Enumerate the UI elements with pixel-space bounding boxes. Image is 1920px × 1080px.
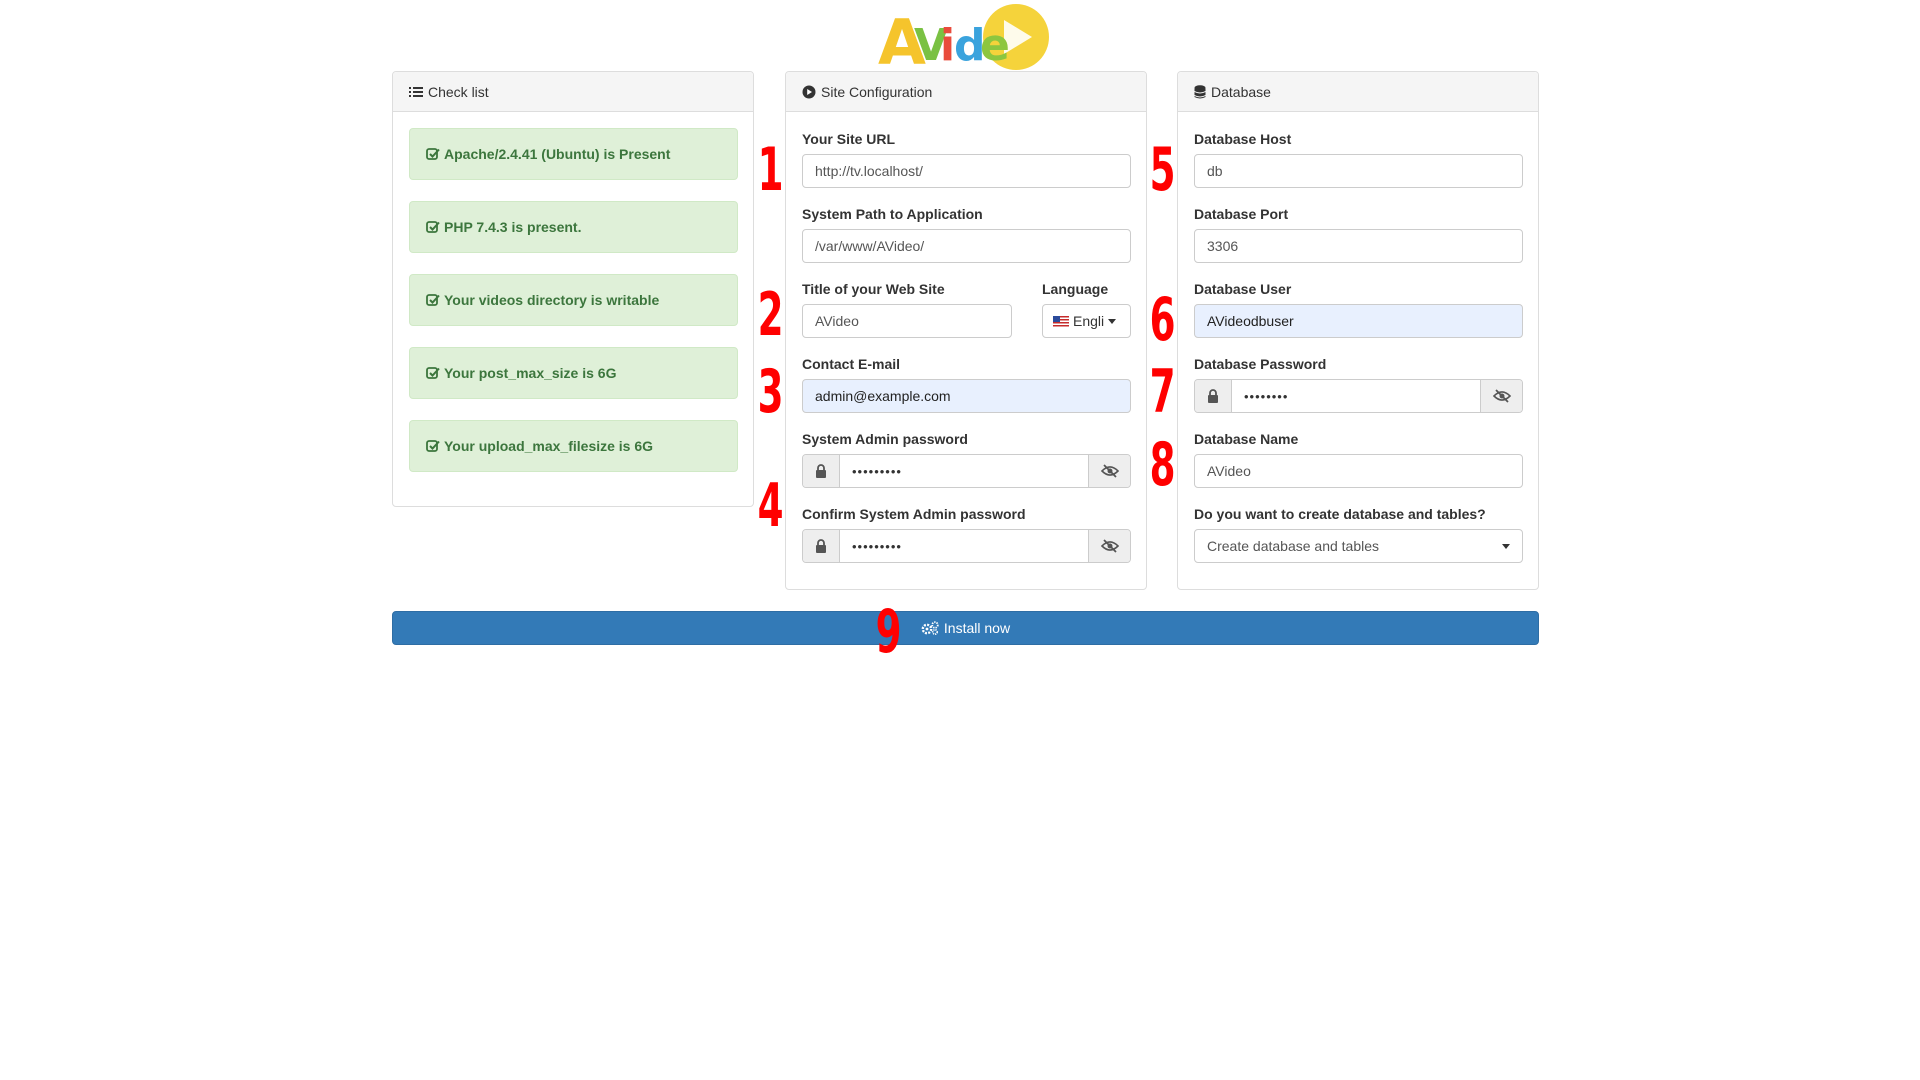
admin-password-input[interactable]: ••••••••• (840, 455, 1088, 487)
check-square-icon (426, 439, 440, 453)
check-item-apache: Apache/2.4.41 (Ubuntu) is Present (409, 128, 738, 180)
check-square-icon (426, 220, 440, 234)
check-item-post-max: Your post_max_size is 6G (409, 347, 738, 399)
db-name-label: Database Name (1194, 431, 1299, 447)
eye-slash-icon[interactable] (1088, 530, 1130, 562)
install-now-label: Install now (943, 620, 1011, 636)
site-url-label: Your Site URL (802, 131, 896, 147)
eye-slash-icon[interactable] (1088, 455, 1130, 487)
play-circle-icon (802, 85, 816, 99)
lock-icon (803, 455, 840, 487)
site-config-heading: Site Configuration (786, 72, 1146, 112)
site-config-title: Site Configuration (821, 83, 933, 100)
check-item-php: PHP 7.4.3 is present. (409, 201, 738, 253)
svg-text:i: i (940, 20, 955, 71)
db-password-label: Database Password (1194, 356, 1327, 372)
step-marker-5: 5 (1149, 135, 1176, 205)
language-dropdown[interactable]: Engli (1042, 304, 1131, 338)
db-host-label: Database Host (1194, 131, 1292, 147)
site-url-input[interactable]: http://tv.localhost/ (802, 154, 1131, 188)
confirm-password-group: ••••••••• (802, 529, 1131, 563)
db-user-label: Database User (1194, 281, 1292, 297)
db-name-input[interactable]: AVideo (1194, 454, 1523, 488)
db-port-input[interactable]: 3306 (1194, 229, 1523, 263)
site-config-panel: Site Configuration Your Site URL http://… (785, 71, 1147, 590)
checklist-panel: Check list Apache/2.4.41 (Ubuntu) is Pre… (392, 71, 754, 507)
database-panel: Database Database Host db Database Port … (1177, 71, 1539, 590)
lock-icon (1195, 380, 1232, 412)
step-marker-7: 7 (1149, 357, 1176, 427)
check-item-text: Apache/2.4.41 (Ubuntu) is Present (444, 146, 671, 162)
checklist-heading: Check list (393, 72, 753, 112)
system-path-input[interactable]: /var/www/AVideo/ (802, 229, 1131, 263)
check-square-icon (426, 293, 440, 307)
check-item-text: Your post_max_size is 6G (444, 365, 617, 381)
lock-icon (803, 530, 840, 562)
step-marker-1: 1 (757, 135, 784, 205)
confirm-password-label: Confirm System Admin password (802, 506, 1026, 522)
check-item-text: Your upload_max_filesize is 6G (444, 438, 654, 454)
admin-password-label: System Admin password (802, 431, 968, 447)
admin-password-group: ••••••••• (802, 454, 1131, 488)
list-icon (409, 86, 423, 98)
create-db-label: Do you want to create database and table… (1194, 506, 1486, 522)
create-db-value: Create database and tables (1207, 538, 1380, 554)
system-path-label: System Path to Application (802, 206, 983, 222)
step-marker-9: 9 (875, 597, 902, 667)
check-item-upload-max: Your upload_max_filesize is 6G (409, 420, 738, 472)
site-title-label: Title of your Web Site (802, 281, 945, 297)
contact-email-input[interactable]: admin@example.com (802, 379, 1131, 413)
db-port-label: Database Port (1194, 206, 1289, 222)
confirm-password-input[interactable]: ••••••••• (840, 530, 1088, 562)
db-password-group: •••••••• (1194, 379, 1523, 413)
db-host-input[interactable]: db (1194, 154, 1523, 188)
check-item-text: Your videos directory is writable (444, 292, 660, 308)
us-flag-icon (1053, 315, 1069, 327)
db-password-input[interactable]: •••••••• (1232, 380, 1480, 412)
db-user-input[interactable]: AVideodbuser (1194, 304, 1523, 338)
check-square-icon (426, 147, 440, 161)
svg-text:e: e (980, 20, 1010, 71)
caret-down-icon (1108, 318, 1117, 324)
step-marker-4: 4 (757, 471, 784, 541)
language-label: Language (1042, 281, 1109, 297)
database-title: Database (1211, 83, 1271, 100)
create-db-select[interactable]: Create database and tables (1194, 529, 1523, 563)
caret-down-icon (1502, 543, 1510, 549)
gears-icon (921, 621, 939, 635)
language-value: Engli (1073, 313, 1105, 329)
step-marker-2: 2 (757, 280, 784, 350)
contact-email-label: Contact E-mail (802, 356, 901, 372)
check-square-icon (426, 366, 440, 380)
step-marker-6: 6 (1149, 285, 1176, 355)
check-item-videos-dir: Your videos directory is writable (409, 274, 738, 326)
avideo-logo: A V i d e (878, 4, 1049, 72)
database-heading: Database (1178, 72, 1538, 112)
site-title-input[interactable]: AVideo (802, 304, 1012, 338)
check-item-text: PHP 7.4.3 is present. (444, 219, 582, 235)
checklist-title: Check list (428, 83, 489, 100)
database-icon (1194, 84, 1206, 99)
step-marker-8: 8 (1149, 430, 1176, 500)
step-marker-3: 3 (757, 357, 784, 427)
install-now-button[interactable]: Install now (392, 611, 1539, 645)
eye-slash-icon[interactable] (1480, 380, 1522, 412)
